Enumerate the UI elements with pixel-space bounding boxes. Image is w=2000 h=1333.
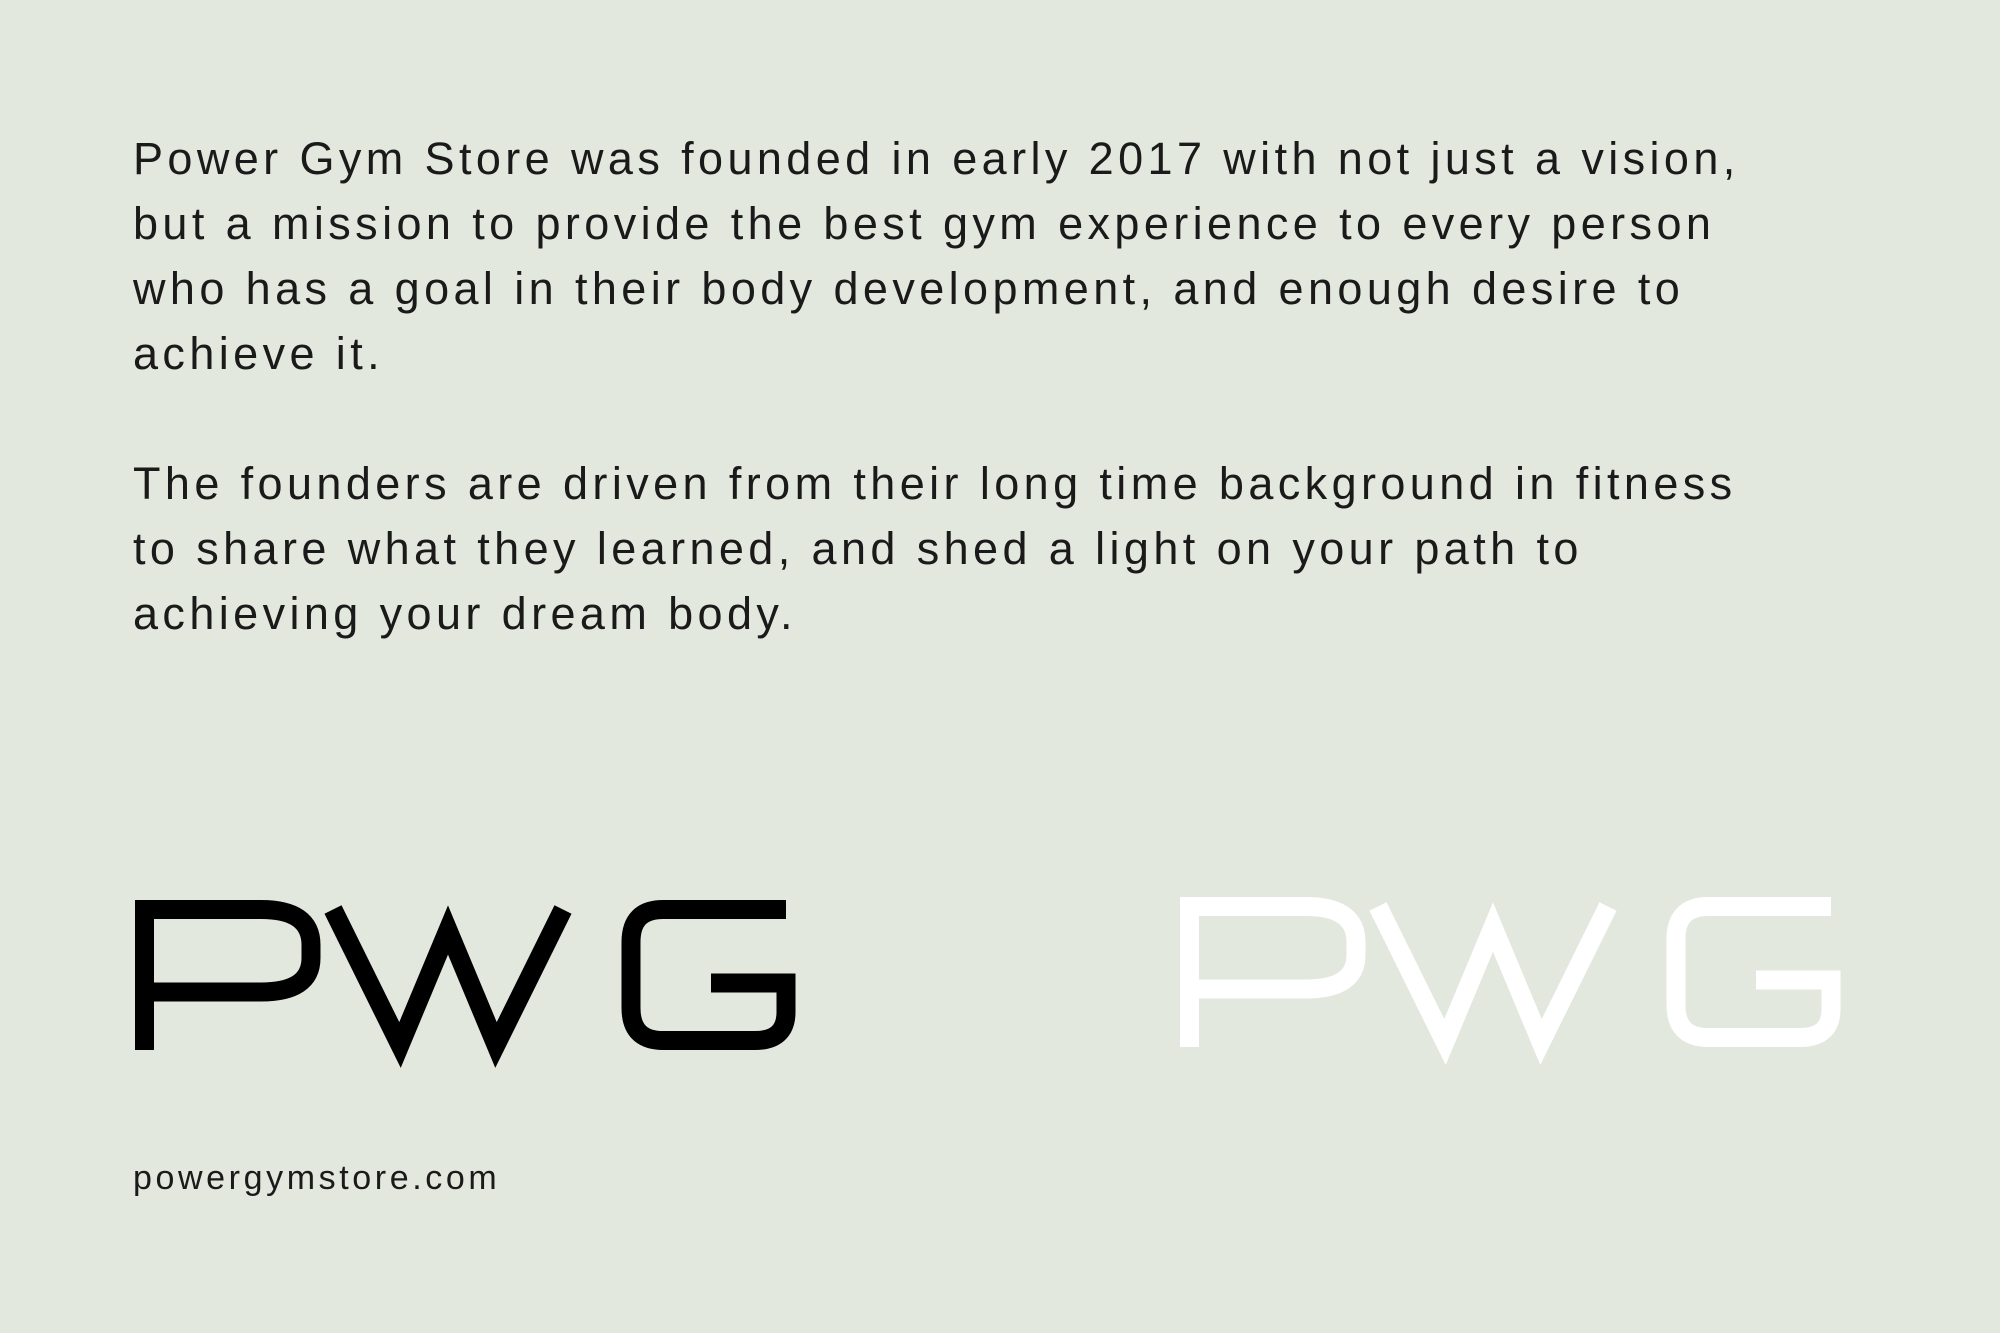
pwg-logo-dark — [135, 900, 796, 1068]
website-url: powergymstore.com — [133, 1159, 501, 1197]
about-paragraph-founding: Power Gym Store was founded in early 201… — [133, 133, 1740, 379]
pwg-logo-dark-mark — [135, 900, 796, 1068]
about-paragraph-founders: The founders are driven from their long … — [133, 458, 1737, 639]
about-text: Power Gym Store was founded in early 201… — [133, 126, 1933, 646]
pwg-logo-light-mark — [1180, 897, 1841, 1065]
pwg-logo-light — [1180, 897, 1841, 1065]
